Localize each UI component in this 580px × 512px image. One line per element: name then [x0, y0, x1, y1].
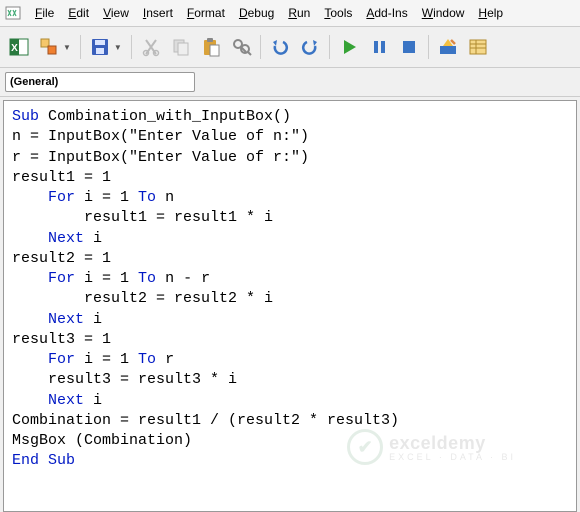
scope-bar: (General) [0, 68, 580, 97]
paste-icon[interactable] [197, 33, 225, 61]
menu-add-ins[interactable]: Add-Ins [359, 4, 414, 22]
scope-value: (General) [10, 76, 58, 88]
menu-debug[interactable]: Debug [232, 4, 281, 22]
separator [260, 35, 261, 59]
copy-icon[interactable] [167, 33, 195, 61]
project-icon[interactable] [464, 33, 492, 61]
insert-module-icon[interactable] [35, 33, 63, 61]
excel-icon[interactable]: X [5, 33, 33, 61]
separator [329, 35, 330, 59]
code-text: Sub Combination_with_InputBox() n = Inpu… [4, 101, 576, 478]
code-area[interactable]: Sub Combination_with_InputBox() n = Inpu… [3, 100, 577, 512]
vba-app-icon [5, 5, 21, 21]
menu-file[interactable]: File [28, 4, 61, 22]
menu-run[interactable]: Run [281, 4, 317, 22]
run-icon[interactable] [335, 33, 363, 61]
menu-window[interactable]: Window [415, 4, 472, 22]
separator [80, 35, 81, 59]
menu-edit[interactable]: Edit [61, 4, 96, 22]
dropdown-arrow-icon[interactable]: ▼ [63, 43, 75, 52]
dropdown-arrow-icon[interactable]: ▼ [114, 43, 126, 52]
separator [131, 35, 132, 59]
menubar: FileEditViewInsertFormatDebugRunToolsAdd… [0, 0, 580, 27]
menu-tools[interactable]: Tools [317, 4, 359, 22]
stop-icon[interactable] [395, 33, 423, 61]
menu-insert[interactable]: Insert [136, 4, 180, 22]
cut-icon[interactable] [137, 33, 165, 61]
scope-combo[interactable]: (General) [5, 72, 195, 92]
menu-help[interactable]: Help [471, 4, 510, 22]
svg-text:X: X [11, 43, 18, 54]
find-icon[interactable] [227, 33, 255, 61]
pause-icon[interactable] [365, 33, 393, 61]
separator [428, 35, 429, 59]
redo-icon[interactable] [296, 33, 324, 61]
design-mode-icon[interactable] [434, 33, 462, 61]
save-icon[interactable] [86, 33, 114, 61]
menu-format[interactable]: Format [180, 4, 232, 22]
menu-view[interactable]: View [96, 4, 136, 22]
undo-icon[interactable] [266, 33, 294, 61]
toolbar: X ▼ ▼ [0, 27, 580, 68]
